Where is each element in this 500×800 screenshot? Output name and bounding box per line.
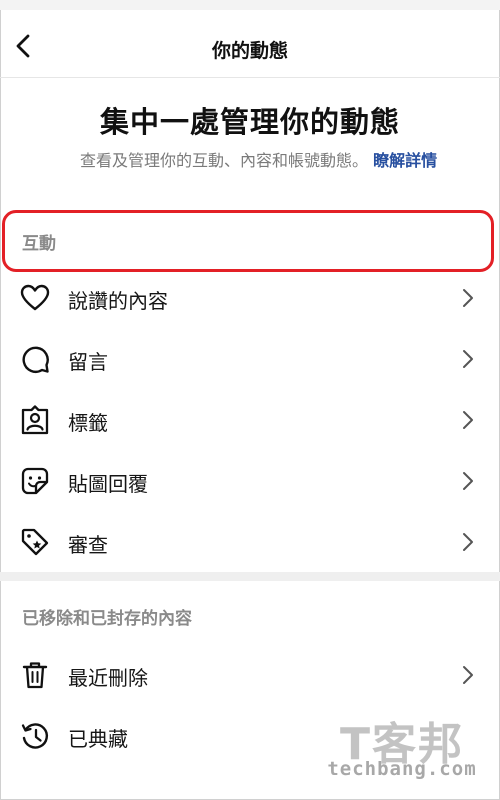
learn-more-link[interactable]: 瞭解詳情	[373, 151, 437, 170]
chevron-right-icon	[463, 411, 473, 429]
archive-icon	[21, 723, 48, 749]
sticker-icon	[21, 467, 49, 495]
row-review[interactable]: 審查	[0, 511, 500, 571]
row-sticker-replies-label: 貼圖回覆	[68, 472, 148, 496]
trash-icon	[22, 662, 48, 689]
chevron-right-icon	[463, 472, 473, 490]
chevron-right-icon	[463, 289, 473, 307]
heart-icon	[20, 284, 50, 311]
chevron-right-icon	[463, 666, 473, 684]
chevron-right-icon	[463, 350, 473, 368]
row-likes-label: 說讚的內容	[68, 289, 168, 313]
row-sticker-replies[interactable]: 貼圖回覆	[0, 450, 500, 510]
status-bar-strip	[0, 0, 500, 10]
top-nav-bar: 你的動態	[0, 14, 500, 78]
row-likes[interactable]: 說讚的內容	[0, 267, 500, 327]
hero-description: 查看及管理你的互動、內容和帳號動態。 瞭解詳情	[80, 149, 440, 172]
page-title: 你的動態	[211, 40, 288, 62]
section-divider	[0, 572, 500, 581]
row-tags-label: 標籤	[68, 411, 108, 435]
annotation-highlight-box	[2, 210, 494, 272]
section-label-removed: 已移除和已封存的內容	[22, 609, 192, 629]
watermark-site: techbang.com	[327, 758, 477, 780]
hero-title: 集中一處管理你的動態	[99, 105, 400, 139]
row-archived-label: 已典藏	[68, 727, 128, 751]
row-review-label: 審查	[68, 533, 108, 557]
tag-person-icon	[21, 405, 49, 435]
row-comments[interactable]: 留言	[0, 328, 500, 388]
review-tag-icon	[21, 528, 49, 556]
row-recently-deleted[interactable]: 最近刪除	[0, 644, 500, 704]
comment-icon	[22, 346, 49, 373]
row-tags[interactable]: 標籤	[0, 389, 500, 449]
row-comments-label: 留言	[68, 350, 108, 374]
hero-description-text: 查看及管理你的互動、內容和帳號動態。	[80, 151, 369, 170]
chevron-right-icon	[463, 533, 473, 551]
header-divider	[0, 77, 500, 78]
row-recently-deleted-label: 最近刪除	[68, 666, 148, 690]
